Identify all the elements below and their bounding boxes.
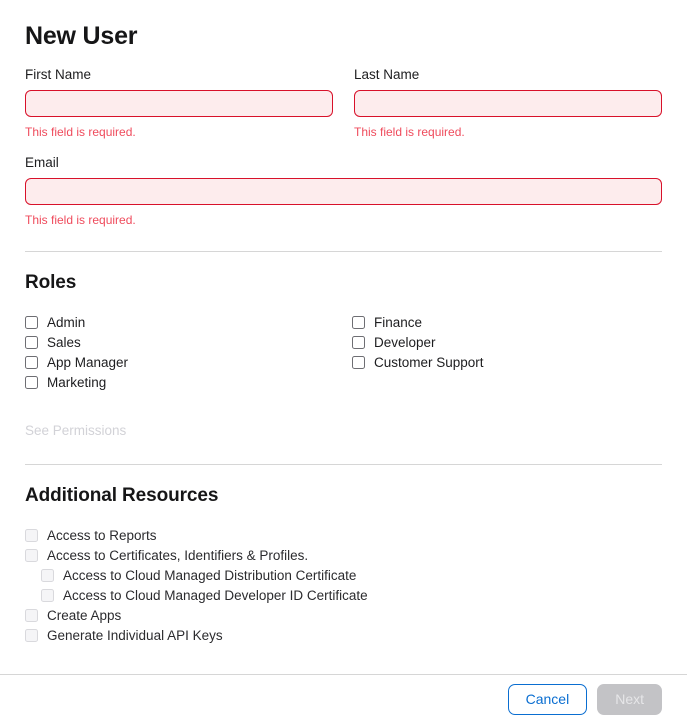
checkbox-row-sales[interactable]: Sales bbox=[25, 333, 352, 353]
checkbox-row-admin[interactable]: Admin bbox=[25, 313, 352, 333]
checkbox-label-access-to-certificates: Access to Certificates, Identifiers & Pr… bbox=[47, 547, 309, 563]
additional-resources-heading: Additional Resources bbox=[25, 484, 219, 506]
email-input[interactable] bbox=[25, 178, 662, 205]
checkbox-row-create-apps[interactable]: Create Apps bbox=[25, 606, 662, 626]
last-name-field-group: Last Name This field is required. bbox=[354, 67, 662, 139]
checkbox-row-generate-api-keys[interactable]: Generate Individual API Keys bbox=[25, 626, 662, 646]
checkbox-label-create-apps: Create Apps bbox=[47, 607, 122, 623]
checkbox-generate-api-keys[interactable] bbox=[25, 629, 38, 642]
cancel-button[interactable]: Cancel bbox=[507, 683, 588, 715]
email-field-group: Email This field is required. bbox=[25, 155, 662, 227]
checkbox-label-generate-api-keys: Generate Individual API Keys bbox=[47, 627, 223, 643]
page-title: New User bbox=[25, 22, 138, 50]
checkbox-row-access-to-certificates[interactable]: Access to Certificates, Identifiers & Pr… bbox=[25, 546, 662, 566]
checkbox-cloud-developer-id-certificate[interactable] bbox=[41, 589, 54, 602]
roles-heading: Roles bbox=[25, 272, 77, 293]
checkbox-row-marketing[interactable]: Marketing bbox=[25, 373, 352, 393]
checkbox-marketing[interactable] bbox=[25, 376, 38, 390]
checkbox-label-cloud-distribution-certificate: Access to Cloud Managed Distribution Cer… bbox=[63, 567, 357, 583]
last-name-input[interactable] bbox=[354, 90, 662, 117]
last-name-label: Last Name bbox=[354, 67, 420, 82]
checkbox-row-developer[interactable]: Developer bbox=[352, 333, 484, 353]
checkbox-customer-support[interactable] bbox=[352, 356, 365, 370]
checkbox-row-customer-support[interactable]: Customer Support bbox=[352, 353, 484, 373]
checkbox-finance[interactable] bbox=[352, 316, 365, 330]
roles-column-right: Finance Developer Customer Support bbox=[352, 313, 484, 393]
first-name-input[interactable] bbox=[25, 90, 333, 117]
checkbox-label-cloud-developer-id-certificate: Access to Cloud Managed Developer ID Cer… bbox=[63, 587, 368, 603]
checkbox-label-customer-support: Customer Support bbox=[374, 354, 484, 370]
last-name-error: This field is required. bbox=[354, 125, 465, 139]
checkbox-row-cloud-distribution-certificate[interactable]: Access to Cloud Managed Distribution Cer… bbox=[25, 566, 662, 586]
divider-additional-resources bbox=[25, 463, 662, 465]
checkbox-admin[interactable] bbox=[25, 316, 38, 330]
checkbox-row-cloud-developer-id-certificate[interactable]: Access to Cloud Managed Developer ID Cer… bbox=[25, 586, 662, 606]
new-user-page: New User First Name This field is requir… bbox=[0, 0, 687, 723]
next-button[interactable]: Next bbox=[597, 683, 662, 715]
checkbox-cloud-distribution-certificate[interactable] bbox=[41, 569, 54, 582]
divider-roles bbox=[25, 251, 662, 252]
checkbox-developer[interactable] bbox=[352, 336, 365, 350]
checkbox-label-admin: Admin bbox=[47, 314, 86, 330]
checkbox-sales[interactable] bbox=[25, 336, 38, 350]
email-label: Email bbox=[25, 155, 59, 170]
checkbox-row-finance[interactable]: Finance bbox=[352, 313, 484, 333]
checkbox-app-manager[interactable] bbox=[25, 356, 38, 370]
first-name-error: This field is required. bbox=[25, 125, 136, 139]
email-error: This field is required. bbox=[25, 213, 136, 227]
checkbox-label-developer: Developer bbox=[374, 334, 436, 350]
name-field-row: First Name This field is required. Last … bbox=[25, 67, 662, 139]
checkbox-label-sales: Sales bbox=[47, 334, 81, 350]
form-content: New User First Name This field is requir… bbox=[0, 0, 687, 674]
first-name-field-group: First Name This field is required. bbox=[25, 67, 333, 139]
email-field-row: Email This field is required. bbox=[25, 155, 662, 227]
roles-checkbox-columns: Admin Sales App Manager Marketing Financ… bbox=[25, 313, 662, 393]
first-name-label: First Name bbox=[25, 67, 92, 82]
checkbox-label-marketing: Marketing bbox=[47, 374, 107, 390]
checkbox-create-apps[interactable] bbox=[25, 609, 38, 622]
checkbox-access-to-reports[interactable] bbox=[25, 529, 38, 542]
checkbox-label-app-manager: App Manager bbox=[47, 354, 129, 370]
checkbox-row-app-manager[interactable]: App Manager bbox=[25, 353, 352, 373]
see-permissions-link[interactable]: See Permissions bbox=[25, 423, 126, 439]
roles-column-left: Admin Sales App Manager Marketing bbox=[25, 313, 352, 393]
footer-action-bar: Cancel Next bbox=[0, 674, 687, 723]
checkbox-row-access-to-reports[interactable]: Access to Reports bbox=[25, 526, 662, 546]
checkbox-access-to-certificates[interactable] bbox=[25, 549, 38, 562]
checkbox-label-finance: Finance bbox=[374, 314, 423, 330]
checkbox-label-access-to-reports: Access to Reports bbox=[47, 527, 157, 543]
additional-resources-list: Access to Reports Access to Certificates… bbox=[25, 526, 662, 646]
